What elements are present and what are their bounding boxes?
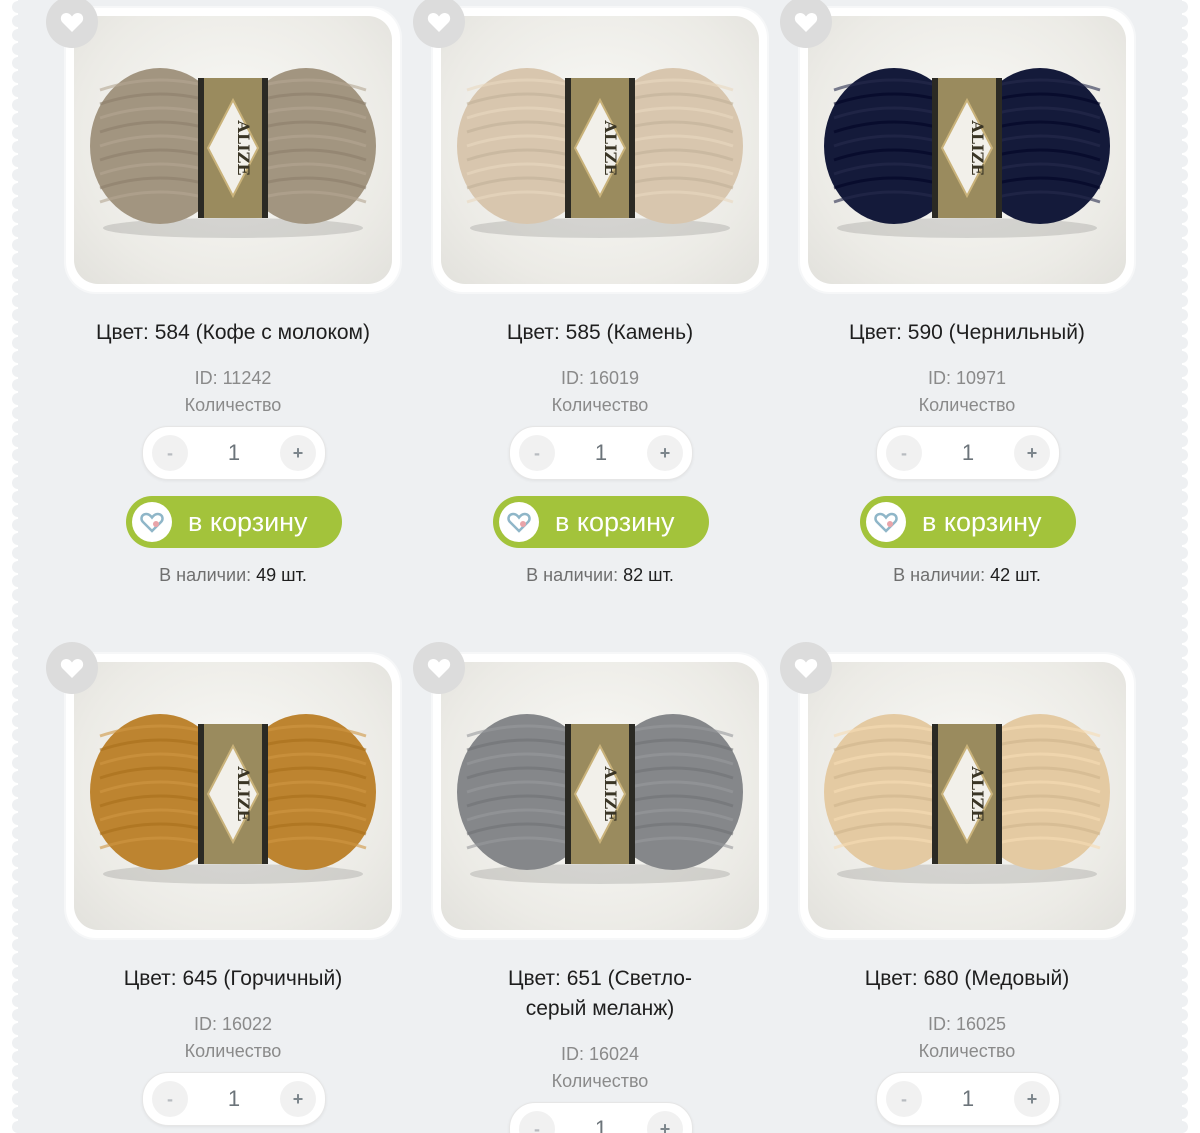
yarn-heart-icon — [499, 502, 539, 542]
add-to-cart-label: в корзину — [555, 507, 675, 537]
product-id: ID: 11242 — [194, 368, 272, 388]
product-photo-frame[interactable]: ALIZE — [433, 8, 767, 292]
brand-label: ALIZE — [968, 765, 987, 821]
favorite-heart-icon[interactable] — [780, 642, 832, 694]
quantity-label: Количество — [918, 395, 1016, 415]
quantity-stepper: - 1 + — [876, 426, 1060, 480]
product-photo-yarn[interactable]: ALIZE — [441, 16, 759, 284]
product-photo-frame[interactable]: ALIZE — [66, 8, 400, 292]
product-title[interactable]: Цвет: 651 (Светло-серый меланж) — [487, 964, 713, 1024]
product-photo-yarn[interactable]: ALIZE — [74, 16, 392, 284]
quantity-label: Количество — [551, 1071, 649, 1091]
scalloped-edge-left — [0, 0, 18, 1133]
product-title[interactable]: Цвет: 584 (Кофе с молоком) — [46, 318, 420, 348]
add-to-cart-button[interactable]: в корзину — [493, 496, 709, 548]
increase-button[interactable]: + — [1014, 435, 1050, 471]
product-photo-frame[interactable]: ALIZE — [433, 654, 767, 938]
product-photo-yarn[interactable]: ALIZE — [808, 16, 1126, 284]
product-id: ID: 16024 — [560, 1044, 640, 1064]
add-to-cart-label: в корзину — [922, 507, 1042, 537]
quantity-stepper: - 1 + — [876, 1072, 1060, 1126]
quantity-label: Количество — [184, 395, 282, 415]
brand-label: ALIZE — [234, 119, 253, 175]
product-title[interactable]: Цвет: 590 (Чернильный) — [780, 318, 1154, 348]
quantity-input[interactable]: 1 — [927, 427, 1009, 479]
add-to-cart-label: в корзину — [188, 507, 308, 537]
yarn-heart-icon — [132, 502, 172, 542]
add-to-cart-button[interactable]: в корзину — [126, 496, 342, 548]
quantity-input[interactable]: 1 — [560, 427, 642, 479]
product-title[interactable]: Цвет: 645 (Горчичный) — [46, 964, 420, 994]
stock-label: В наличии: — [526, 565, 619, 585]
product-photo-yarn[interactable]: ALIZE — [441, 662, 759, 930]
add-to-cart-button[interactable]: в корзину — [860, 496, 1076, 548]
increase-button[interactable]: + — [647, 435, 683, 471]
decrease-button[interactable]: - — [519, 1111, 555, 1133]
quantity-input[interactable]: 1 — [927, 1073, 1009, 1125]
decrease-button[interactable]: - — [886, 1081, 922, 1117]
quantity-input[interactable]: 1 — [193, 427, 275, 479]
stock-count: 82 шт. — [623, 565, 674, 585]
quantity-label: Количество — [918, 1041, 1016, 1061]
stock-label: В наличии: — [159, 565, 252, 585]
stock-availability: В наличии: 42 шт. — [800, 565, 1134, 586]
increase-button[interactable]: + — [280, 435, 316, 471]
product-id: ID: 10971 — [927, 368, 1007, 388]
yarn-heart-icon — [866, 502, 906, 542]
favorite-heart-icon[interactable] — [413, 642, 465, 694]
decrease-button[interactable]: - — [519, 435, 555, 471]
quantity-label: Количество — [551, 395, 649, 415]
product-title[interactable]: Цвет: 585 (Камень) — [413, 318, 787, 348]
increase-button[interactable]: + — [280, 1081, 316, 1117]
decrease-button[interactable]: - — [886, 435, 922, 471]
product-photo-yarn[interactable]: ALIZE — [808, 662, 1126, 930]
product-photo-frame[interactable]: ALIZE — [800, 8, 1134, 292]
product-title[interactable]: Цвет: 680 (Медовый) — [780, 964, 1154, 994]
increase-button[interactable]: + — [647, 1111, 683, 1133]
product-grid-page: ALIZE Цвет: 584 (Кофе с молоком) ID: 112… — [0, 0, 1200, 1133]
product-id: ID: 16022 — [193, 1014, 273, 1034]
brand-label: ALIZE — [601, 119, 620, 175]
increase-button[interactable]: + — [1014, 1081, 1050, 1117]
quantity-input[interactable]: 1 — [560, 1103, 642, 1133]
decrease-button[interactable]: - — [152, 435, 188, 471]
quantity-stepper: - 1 + — [509, 1102, 693, 1133]
quantity-stepper: - 1 + — [509, 426, 693, 480]
quantity-stepper: - 1 + — [142, 426, 326, 480]
product-id: ID: 16025 — [927, 1014, 1007, 1034]
stock-availability: В наличии: 49 шт. — [66, 565, 400, 586]
decrease-button[interactable]: - — [152, 1081, 188, 1117]
scalloped-edge-right — [1182, 0, 1200, 1133]
product-photo-frame[interactable]: ALIZE — [800, 654, 1134, 938]
brand-label: ALIZE — [234, 765, 253, 821]
quantity-stepper: - 1 + — [142, 1072, 326, 1126]
favorite-heart-icon[interactable] — [46, 642, 98, 694]
product-photo-frame[interactable]: ALIZE — [66, 654, 400, 938]
stock-label: В наличии: — [893, 565, 986, 585]
brand-label: ALIZE — [968, 119, 987, 175]
brand-label: ALIZE — [601, 765, 620, 821]
stock-availability: В наличии: 82 шт. — [433, 565, 767, 586]
stock-count: 49 шт. — [256, 565, 307, 585]
stock-count: 42 шт. — [990, 565, 1041, 585]
quantity-label: Количество — [184, 1041, 282, 1061]
product-id: ID: 16019 — [560, 368, 640, 388]
product-photo-yarn[interactable]: ALIZE — [74, 662, 392, 930]
quantity-input[interactable]: 1 — [193, 1073, 275, 1125]
